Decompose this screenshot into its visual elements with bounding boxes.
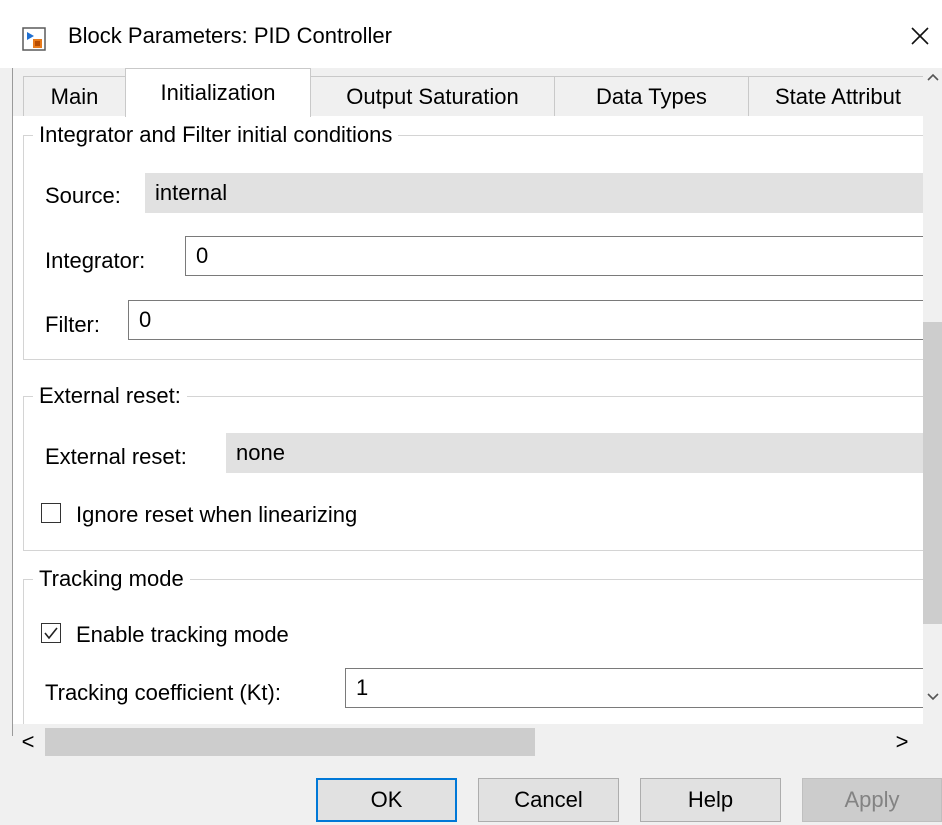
enable-tracking-checkbox[interactable]: [41, 623, 61, 643]
horizontal-scroll-thumb[interactable]: [45, 728, 535, 756]
tab-data-types[interactable]: Data Types: [554, 76, 749, 116]
tracking-mode-legend: Tracking mode: [33, 566, 190, 592]
enable-tracking-label: Enable tracking mode: [76, 622, 289, 647]
window-title: Block Parameters: PID Controller: [68, 23, 392, 48]
vertical-scrollbar[interactable]: [923, 68, 942, 724]
external-reset-label: External reset:: [45, 444, 187, 469]
integrator-label: Integrator:: [45, 248, 146, 273]
chevron-down-icon: [926, 693, 939, 701]
ok-button[interactable]: OK: [316, 778, 457, 822]
external-reset-legend: External reset:: [33, 383, 187, 409]
fieldset-border: [23, 396, 24, 551]
title-bar: Block Parameters: PID Controller: [0, 0, 942, 68]
filter-label: Filter:: [45, 312, 100, 337]
source-label: Source:: [45, 183, 121, 208]
tab-output-saturation[interactable]: Output Saturation: [310, 76, 555, 116]
scrollbar-corner: [923, 724, 942, 760]
fieldset-border: [23, 579, 24, 724]
tab-strip: Main Initialization Output Saturation Da…: [13, 68, 942, 117]
tab-main[interactable]: Main: [23, 76, 126, 116]
external-reset-field: none: [226, 433, 923, 473]
scroll-up-button[interactable]: [923, 72, 942, 104]
source-field: internal: [145, 173, 923, 213]
filter-input[interactable]: 0: [128, 300, 923, 340]
scroll-right-button[interactable]: >: [889, 728, 915, 756]
ignore-reset-label: Ignore reset when linearizing: [76, 502, 358, 527]
close-button[interactable]: [900, 16, 940, 56]
tracking-coefficient-input[interactable]: 1: [345, 668, 923, 708]
horizontal-scrollbar[interactable]: < >: [13, 724, 923, 760]
tab-initialization[interactable]: Initialization: [125, 68, 311, 117]
checkmark-icon: [44, 627, 58, 640]
help-button[interactable]: Help: [640, 778, 781, 822]
apply-button[interactable]: Apply: [802, 778, 942, 822]
chevron-up-icon: [926, 73, 939, 81]
cancel-button[interactable]: Cancel: [478, 778, 619, 822]
close-icon: [911, 27, 929, 45]
block-parameters-dialog: Block Parameters: PID Controller Main In…: [0, 0, 942, 825]
vertical-scroll-thumb[interactable]: [923, 322, 942, 624]
scroll-left-button[interactable]: <: [15, 728, 41, 756]
ignore-reset-checkbox[interactable]: [41, 503, 61, 523]
initial-conditions-legend: Integrator and Filter initial conditions: [33, 122, 399, 148]
fieldset-border: [23, 135, 24, 360]
fieldset-border: [23, 550, 923, 551]
scroll-down-button[interactable]: [923, 692, 942, 724]
tab-state-attributes[interactable]: State Attribut: [748, 76, 923, 116]
simulink-block-icon: [22, 27, 46, 51]
fieldset-border: [23, 359, 923, 360]
parameters-panel: Integrator and Filter initial conditions…: [13, 116, 923, 724]
integrator-input[interactable]: 0: [185, 236, 923, 276]
tracking-coefficient-label: Tracking coefficient (Kt):: [45, 680, 281, 705]
